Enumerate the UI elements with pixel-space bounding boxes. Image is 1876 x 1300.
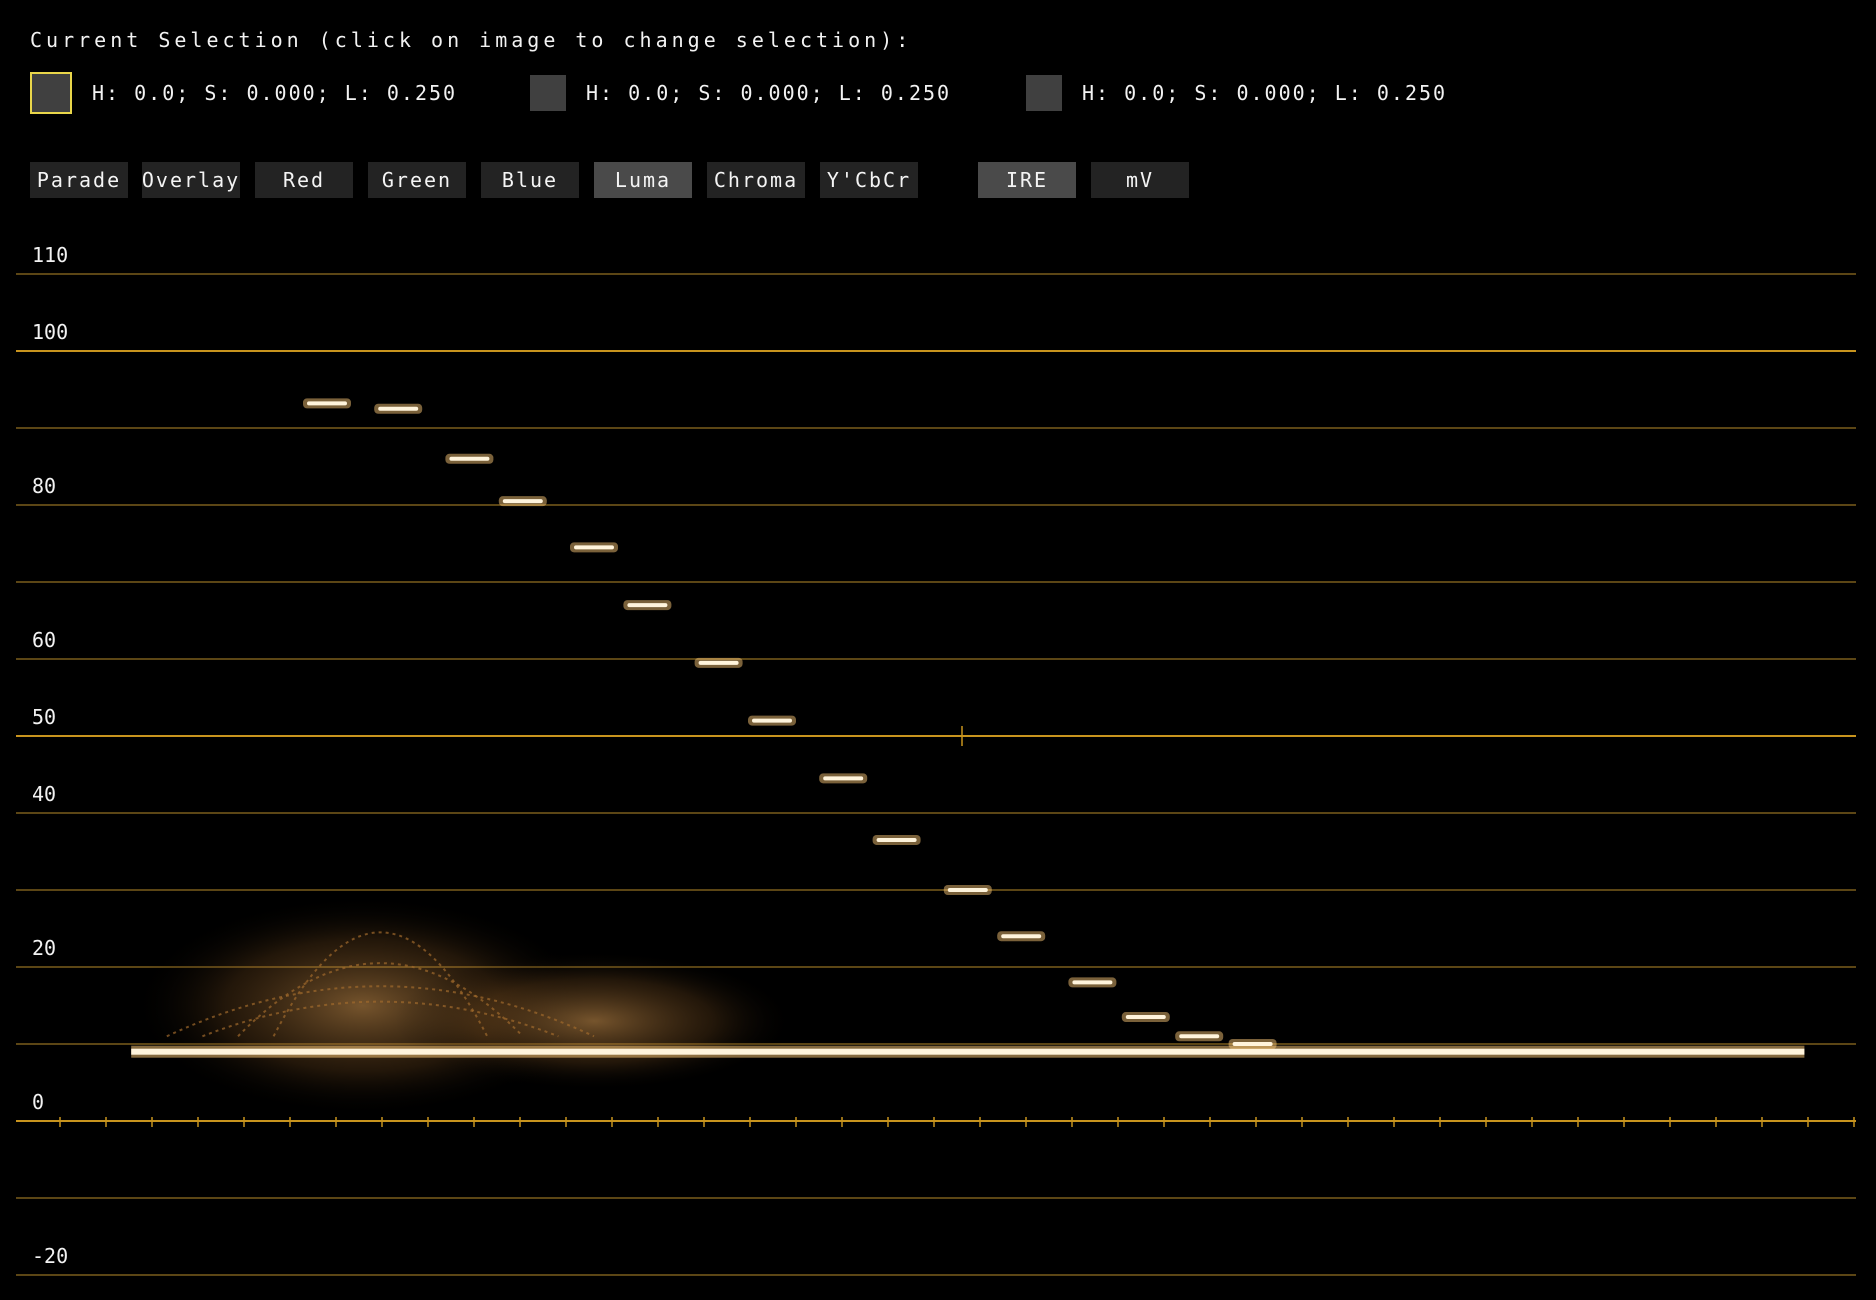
y-tick-label: 80	[32, 474, 56, 498]
y-tick-label: 40	[32, 782, 56, 806]
y-tick-label: 110	[32, 243, 68, 267]
luma-step-mark	[1125, 1015, 1166, 1020]
luma-step-mark	[627, 603, 668, 608]
luma-step-mark	[378, 406, 419, 411]
waveform-plot[interactable]: 110 100 80 60 50 40 20 0 -20	[0, 0, 1876, 1300]
luma-step-mark	[876, 837, 917, 842]
y-tick-label: 60	[32, 628, 56, 652]
y-tick-label: -20	[32, 1244, 68, 1268]
y-tick-label: 0	[32, 1090, 44, 1114]
luma-step-mark	[502, 499, 543, 504]
luma-step-mark	[307, 401, 347, 406]
y-tick-label: 100	[32, 320, 68, 344]
black-floor-trace	[131, 1048, 1805, 1055]
luma-step-mark	[752, 718, 792, 723]
y-tick-label: 20	[32, 936, 56, 960]
luma-step-mark	[698, 660, 739, 665]
luma-step-mark	[1179, 1034, 1220, 1039]
luma-step-mark	[947, 888, 988, 892]
luma-step-mark	[574, 545, 614, 550]
waveform-monitor: Current Selection (click on image to cha…	[0, 0, 1876, 1300]
luma-step-mark	[1072, 980, 1113, 985]
luma-step-mark	[449, 456, 490, 461]
luma-step-mark	[1232, 1042, 1273, 1046]
y-tick-label: 50	[32, 705, 56, 729]
luma-step-mark	[823, 776, 864, 781]
trace-glow	[394, 950, 794, 1091]
luma-step-mark	[1001, 934, 1042, 939]
